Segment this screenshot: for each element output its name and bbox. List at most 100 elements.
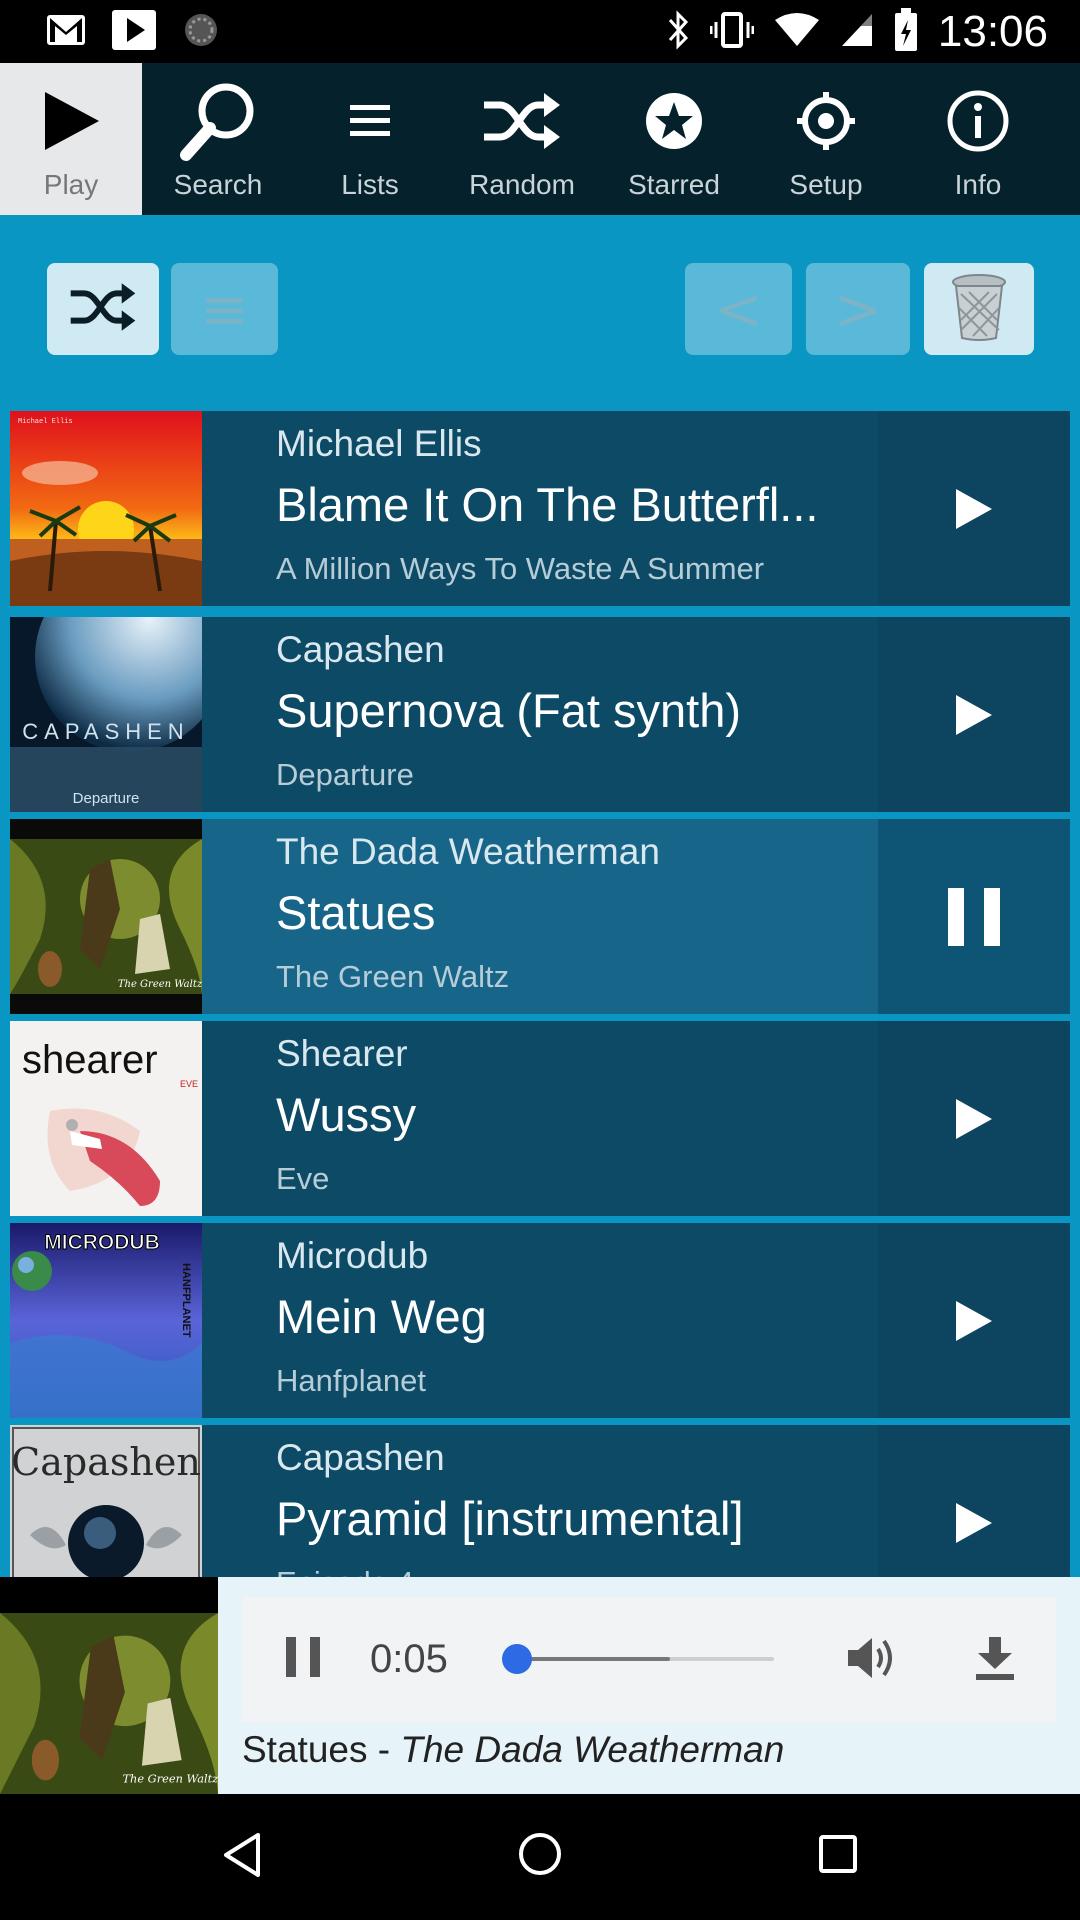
trash-button[interactable] <box>924 263 1034 355</box>
play-icon <box>956 1300 992 1341</box>
signal-icon <box>840 12 874 53</box>
elapsed-time: 0:05 <box>370 1637 448 1681</box>
tab-starred[interactable]: Starred <box>598 63 750 215</box>
album-cover: Michael Ellis <box>10 411 202 606</box>
tab-random[interactable]: Random <box>446 63 598 215</box>
sync-icon <box>182 11 220 54</box>
tab-label: Setup <box>789 169 863 200</box>
play-button[interactable] <box>878 1425 1070 1577</box>
track-info: Capashen Pyramid [instrumental] Episode … <box>276 1425 836 1577</box>
volume-icon <box>848 1638 892 1678</box>
back-button[interactable] <box>222 1832 262 1883</box>
now-playing-panel: 0:05 Statues - The Dada Weatherman <box>218 1577 1080 1794</box>
track-artist: Capashen <box>276 1437 445 1478</box>
back-icon <box>224 1833 260 1877</box>
progress-knob[interactable] <box>502 1644 532 1674</box>
clock: 13:06 <box>937 7 1048 56</box>
download-icon <box>976 1637 1014 1680</box>
track-title: Mein Weg <box>276 1290 487 1343</box>
now-playing-title: Statues <box>242 1729 368 1770</box>
play-button[interactable] <box>878 617 1070 812</box>
track-artist: Microdub <box>276 1235 429 1276</box>
tab-play[interactable]: Play <box>0 63 142 215</box>
bluetooth-icon <box>666 9 690 55</box>
track-info: Microdub Mein Weg Hanfplanet <box>276 1223 836 1418</box>
next-icon: > <box>833 275 883 343</box>
album-cover: CAPASHEN Departure <box>10 617 202 812</box>
track-title: Wussy <box>276 1088 417 1141</box>
next-button[interactable]: > <box>806 263 910 355</box>
play-icon <box>21 71 121 171</box>
track-album: The Green Waltz <box>276 959 510 994</box>
search-icon <box>168 71 268 171</box>
svg-text:The Green Waltz: The Green Waltz <box>118 979 202 990</box>
download-button[interactable] <box>974 1635 1016 1686</box>
track-info: Michael Ellis Blame It On The Butterfl..… <box>276 411 836 606</box>
play-icon <box>956 1098 992 1139</box>
vibrate-icon <box>709 10 755 55</box>
track-artist: Shearer <box>276 1033 408 1074</box>
star-icon <box>624 71 724 171</box>
play-icon <box>956 694 992 735</box>
tab-label: Random <box>469 169 575 200</box>
menu-button[interactable]: ≡ <box>171 263 278 355</box>
track-info: Capashen Supernova (Fat synth) Departure <box>276 617 836 812</box>
track-title: Statues <box>276 886 436 939</box>
tab-info[interactable]: Info <box>902 63 1054 215</box>
audio-player: 0:05 <box>242 1597 1056 1722</box>
svg-text:MICRODUB: MICRODUB <box>44 1231 160 1254</box>
tab-label: Info <box>954 169 1002 200</box>
info-icon <box>928 71 1028 171</box>
now-playing-bar: The Green Waltz 0:05 Statues - The Dada … <box>0 1577 1080 1794</box>
svg-text:Capashen: Capashen <box>11 1440 201 1484</box>
menu-icon: ≡ <box>200 275 249 343</box>
svg-text:CAPASHEN: CAPASHEN <box>22 719 189 744</box>
pause-icon <box>948 887 1000 946</box>
album-cover: shearer EVE <box>10 1021 202 1216</box>
track-title: Supernova (Fat synth) <box>276 684 741 737</box>
trash-icon <box>951 272 1007 347</box>
shuffle-button[interactable] <box>47 263 159 355</box>
list-item[interactable]: Capashen Capashen Pyramid [instrumental]… <box>10 1425 1070 1577</box>
play-button[interactable] <box>878 411 1070 606</box>
list-item[interactable]: Michael Ellis Michael Ellis Blame It On … <box>10 411 1070 606</box>
progress-slider[interactable] <box>502 1644 774 1674</box>
track-info: Shearer Wussy Eve <box>276 1021 836 1216</box>
list-item[interactable]: shearer EVE Shearer Wussy Eve <box>10 1021 1070 1216</box>
track-album: A Million Ways To Waste A Summer <box>276 551 765 586</box>
shuffle-icon <box>69 281 137 338</box>
shuffle-icon <box>472 71 572 171</box>
list-item[interactable]: MICRODUB HANFPLANET Microdub Mein Weg Ha… <box>10 1223 1070 1418</box>
list-item-current[interactable]: The Green Waltz The Dada Weatherman Stat… <box>10 819 1070 1014</box>
track-album: Episode 4 <box>276 1565 414 1577</box>
track-album: Hanfplanet <box>276 1363 426 1398</box>
progress-fill <box>514 1657 670 1661</box>
play-button[interactable] <box>878 1223 1070 1418</box>
tab-search[interactable]: Search <box>142 63 294 215</box>
tab-setup[interactable]: Setup <box>750 63 902 215</box>
album-cover: Capashen <box>10 1425 202 1577</box>
recents-button[interactable] <box>818 1834 858 1879</box>
tab-lists[interactable]: Lists <box>294 63 446 215</box>
battery-icon <box>894 7 918 57</box>
album-cover: The Green Waltz <box>10 819 202 1014</box>
pause-button[interactable] <box>286 1637 322 1682</box>
tab-label: Play <box>43 169 99 200</box>
previous-icon: < <box>714 275 763 343</box>
track-list: Michael Ellis Michael Ellis Blame It On … <box>10 411 1070 1577</box>
gmail-icon <box>46 14 86 51</box>
now-playing-caption: Statues - The Dada Weatherman <box>242 1729 784 1771</box>
status-bar: 13:06 <box>0 0 1080 63</box>
play-store-icon <box>112 9 156 55</box>
now-playing-artist: The Dada Weatherman <box>400 1729 785 1770</box>
svg-text:The Green Waltz: The Green Waltz <box>122 1772 218 1786</box>
list-item[interactable]: CAPASHEN Departure Capashen Supernova (F… <box>10 617 1070 812</box>
volume-button[interactable] <box>846 1635 898 1686</box>
svg-text:EVE: EVE <box>180 1079 198 1089</box>
home-button[interactable] <box>518 1832 562 1881</box>
previous-button[interactable]: < <box>685 263 792 355</box>
pause-button[interactable] <box>878 819 1070 1014</box>
play-button[interactable] <box>878 1021 1070 1216</box>
svg-text:HANFPLANET: HANFPLANET <box>180 1263 192 1338</box>
track-title: Pyramid [instrumental] <box>276 1492 744 1545</box>
